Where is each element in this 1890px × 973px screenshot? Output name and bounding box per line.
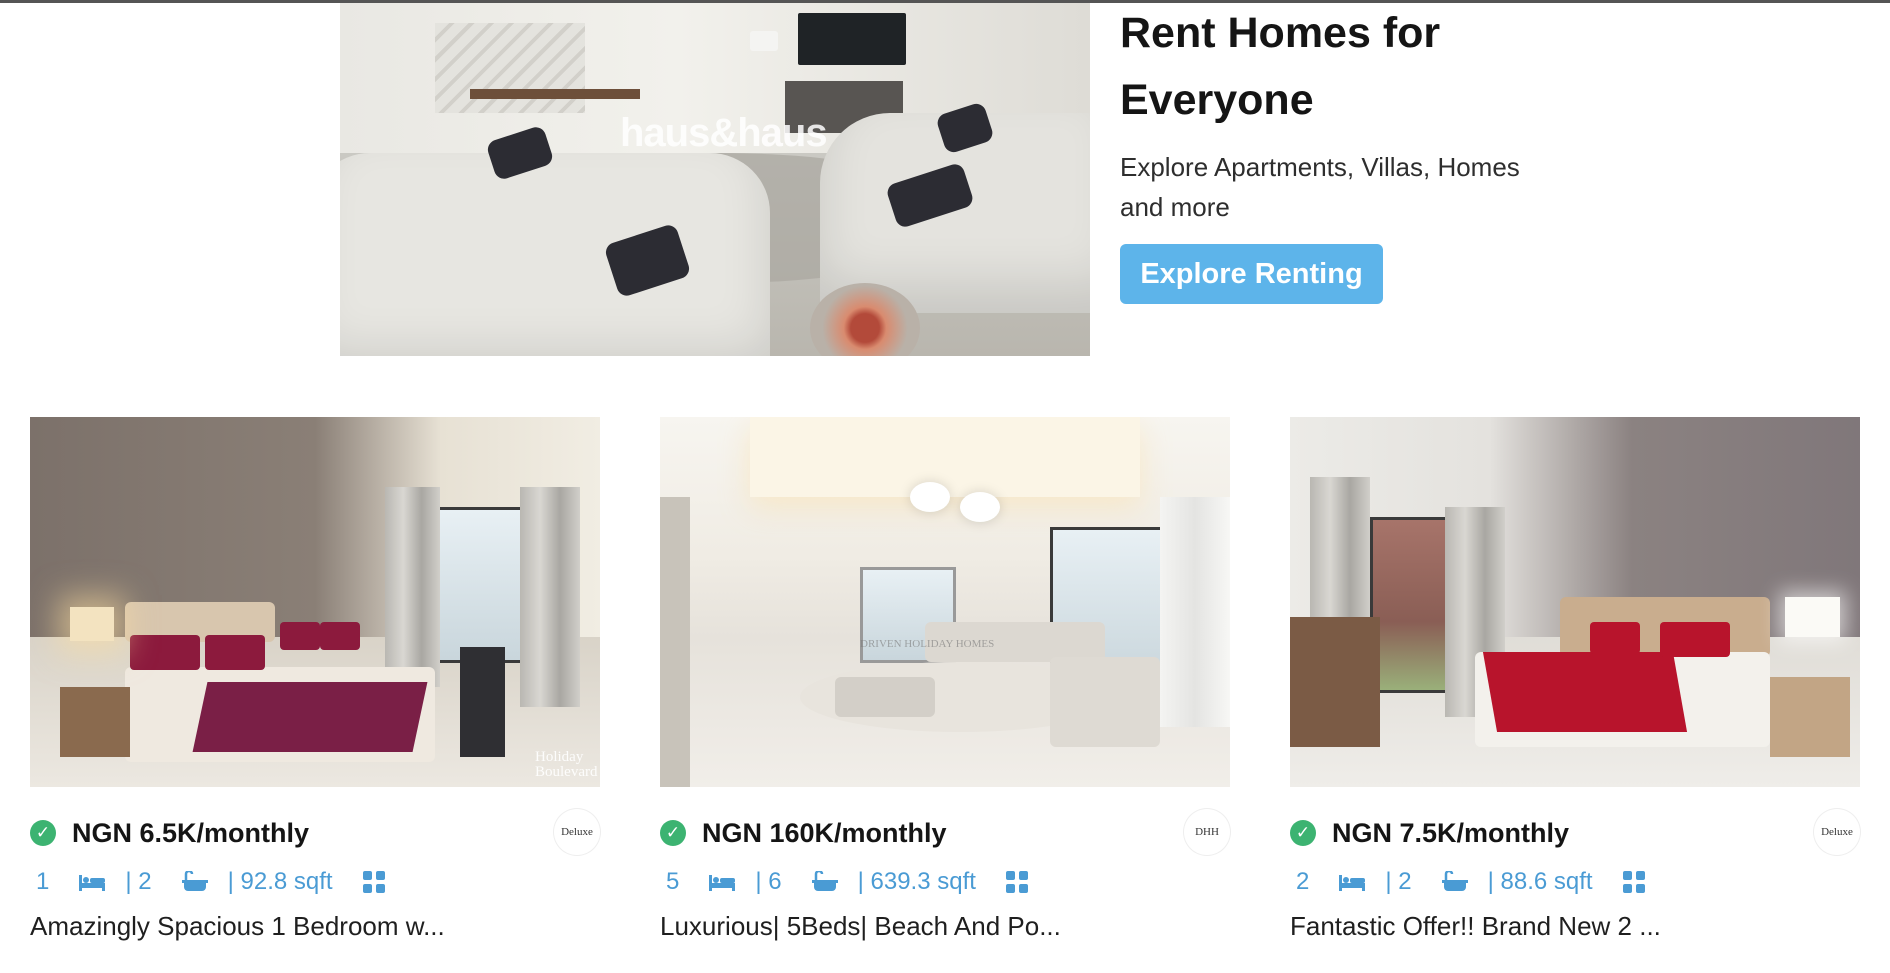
bed-icon [79, 873, 106, 891]
check-circle-icon: ✓ [30, 820, 56, 846]
photo-nightstand [1770, 677, 1850, 757]
photo-pillow [1660, 622, 1730, 657]
listing-price: NGN 6.5K/monthly [72, 818, 310, 848]
photo-curtain [1160, 497, 1230, 727]
agency-logo[interactable]: Deluxe [1814, 809, 1860, 855]
hero-stairs [435, 23, 585, 113]
listing-photo[interactable] [1290, 417, 1860, 787]
photo-pendant [960, 492, 1000, 522]
explore-renting-button[interactable]: Explore Renting [1120, 244, 1383, 304]
photo-throw [192, 682, 428, 752]
photo-nightstand [60, 687, 130, 757]
hero-dining-table [470, 89, 640, 99]
baths-count: | 2 [125, 868, 152, 895]
hero-watermark: haus&haus [620, 111, 828, 155]
listing-card[interactable]: ✓ NGN 7.5K/monthly Deluxe 2 | 2 | 88.6 s… [1290, 417, 1860, 973]
bed-icon [709, 873, 736, 891]
photo-watermark: Holiday Boulevard [535, 749, 598, 780]
grid-icon [1005, 871, 1028, 893]
hero-tv [798, 13, 906, 65]
photo-pillow [280, 622, 320, 650]
photo-pillow [130, 635, 200, 670]
baths-count: | 6 [755, 868, 782, 895]
agency-logo[interactable]: DHH [1184, 809, 1230, 855]
hero-lamp [750, 31, 778, 51]
grid-icon [362, 871, 385, 893]
grid-icon [1622, 871, 1645, 893]
hero-subtitle: Explore Apartments, Villas, Homes and mo… [1120, 152, 1520, 222]
listing-photo[interactable]: Holiday Boulevard [30, 417, 600, 787]
area: | 639.3 sqft [857, 868, 976, 895]
bath-icon [181, 871, 208, 893]
photo-desk [1290, 617, 1380, 747]
bath-icon [1441, 871, 1468, 893]
listing-card[interactable]: DRIVEN HOLIDAY HOMES ✓ NGN 160K/monthly … [660, 417, 1230, 973]
beds-count: 5 [666, 868, 680, 895]
bath-icon [811, 871, 838, 893]
photo-pillow [320, 622, 360, 650]
photo-pillow [1590, 622, 1640, 654]
photo-lamp [1785, 597, 1840, 637]
listing-price: NGN 160K/monthly [702, 818, 947, 848]
photo-ottoman [835, 677, 935, 717]
photo-lamp [70, 607, 114, 641]
photo-pendant [910, 482, 950, 512]
listing-title[interactable]: Fantastic Offer!! Brand New 2 ... [1290, 909, 1661, 943]
check-circle-icon: ✓ [660, 820, 686, 846]
check-circle-icon: ✓ [1290, 820, 1316, 846]
listing-title[interactable]: Amazingly Spacious 1 Bedroom w... [30, 909, 445, 943]
photo-wall-panel [660, 497, 690, 787]
baths-count: | 2 [1385, 868, 1412, 895]
photo-ceiling [750, 417, 1140, 497]
listing-title[interactable]: Luxurious| 5Beds| Beach And Po... [660, 909, 1061, 943]
listing-price: NGN 7.5K/monthly [1332, 818, 1570, 848]
hero-title: Rent Homes for Everyone [1120, 9, 1441, 124]
agency-logo[interactable]: Deluxe [554, 809, 600, 855]
bed-icon [1339, 873, 1366, 891]
photo-curtain [520, 487, 580, 707]
photo-pillow [205, 635, 265, 670]
listing-card[interactable]: Holiday Boulevard ✓ NGN 6.5K/monthly Del… [30, 417, 600, 973]
listing-specs: 5 | 6 | 639.3 sqft [660, 865, 1048, 899]
photo-armchair [1050, 657, 1160, 747]
area: | 92.8 sqft [227, 868, 333, 895]
photo-chair [460, 647, 505, 757]
area: | 88.6 sqft [1487, 868, 1593, 895]
photo-throw [1482, 652, 1688, 732]
beds-count: 2 [1296, 868, 1310, 895]
beds-count: 1 [36, 868, 50, 895]
listing-photo[interactable]: DRIVEN HOLIDAY HOMES [660, 417, 1230, 787]
photo-watermark: DRIVEN HOLIDAY HOMES [860, 638, 995, 650]
hero-sofa-left [340, 153, 770, 356]
photo-curtain [385, 487, 440, 687]
hero-image: haus&haus [340, 3, 1090, 356]
listing-specs: 2 | 2 | 88.6 sqft [1290, 865, 1665, 899]
listing-specs: 1 | 2 | 92.8 sqft [30, 865, 405, 899]
